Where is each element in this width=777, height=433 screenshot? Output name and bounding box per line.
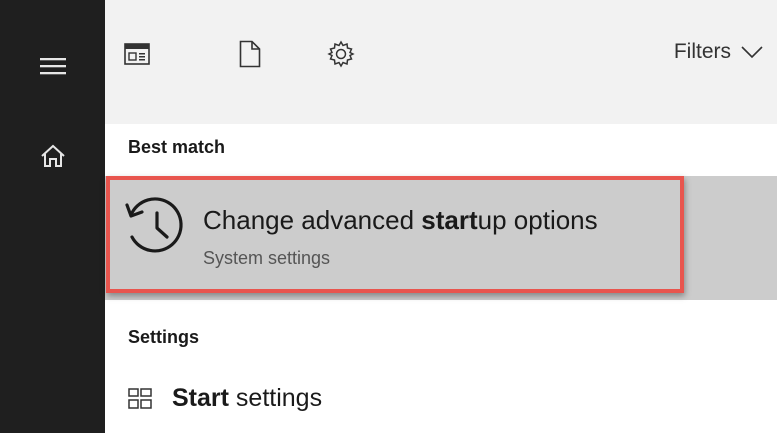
home-button[interactable] [0, 124, 105, 188]
home-icon [40, 144, 65, 167]
apps-icon [124, 43, 150, 65]
toolbar: Filters [105, 0, 777, 124]
settings-gear-icon [327, 40, 355, 68]
menu-button[interactable] [0, 34, 105, 98]
documents-icon [239, 40, 261, 68]
chevron-down-icon [741, 46, 763, 59]
result-subtitle: System settings [203, 248, 331, 268]
history-clock-icon [125, 197, 183, 253]
start-settings-item[interactable]: Start settings [128, 384, 322, 413]
hamburger-menu-icon [39, 58, 66, 75]
filters-dropdown[interactable]: Filters [674, 40, 763, 64]
left-rail [0, 0, 105, 433]
start-layout-icon [128, 387, 152, 409]
filters-label: Filters [673, 40, 731, 63]
result-title: Change advanced startup options [203, 205, 598, 235]
best-match-result[interactable]: Change advanced startup options System s… [105, 176, 777, 300]
settings-filter-button[interactable] [325, 38, 357, 70]
best-match-heading: Best match [128, 137, 226, 157]
start-settings-label: Start settings [172, 384, 323, 412]
apps-filter-button[interactable] [121, 38, 153, 70]
settings-heading: Settings [128, 327, 200, 347]
search-results-panel: Filters Best match Change advanced start… [105, 0, 777, 433]
documents-filter-button[interactable] [234, 38, 266, 70]
